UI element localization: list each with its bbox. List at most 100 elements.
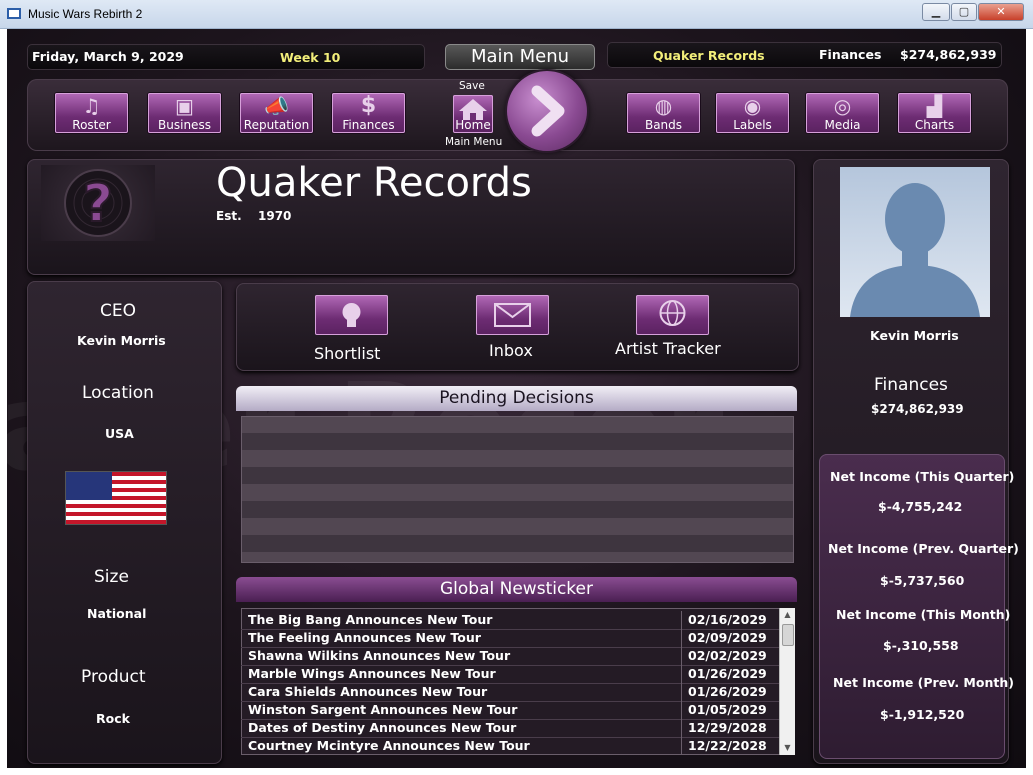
location-heading: Location xyxy=(82,383,154,403)
svg-text:?: ? xyxy=(83,174,113,234)
top-finances-value: $274,862,939 xyxy=(900,47,997,62)
news-headline: The Feeling Announces New Tour xyxy=(248,630,481,645)
flag-canton xyxy=(66,472,112,500)
news-date: 02/02/2029 xyxy=(688,648,767,663)
nav-finances-label: Finances xyxy=(342,118,395,132)
ceo-avatar xyxy=(840,167,990,317)
ceo-name: Kevin Morris xyxy=(77,333,166,348)
profile-name: Kevin Morris xyxy=(870,328,959,343)
established-year: 1970 xyxy=(258,209,292,223)
dollar-icon: $ xyxy=(360,93,377,118)
product-value: Rock xyxy=(96,711,130,726)
news-date: 12/29/2028 xyxy=(688,720,767,735)
column-divider xyxy=(681,719,682,737)
news-row[interactable]: Courtney Mcintyre Announces New Tour 12/… xyxy=(241,737,779,755)
news-row[interactable]: The Big Bang Announces New Tour 02/16/20… xyxy=(241,611,779,630)
current-date: Friday, March 9, 2029 xyxy=(32,49,184,64)
main-menu-caption: Main Menu xyxy=(445,136,503,148)
artist-tracker-label[interactable]: Artist Tracker xyxy=(615,339,721,358)
briefcase-icon: ▣ xyxy=(175,94,194,118)
newsticker-list[interactable]: The Big Bang Announces New Tour 02/16/20… xyxy=(241,608,795,755)
broadcast-icon: ◎ xyxy=(833,94,852,118)
column-divider xyxy=(681,683,682,701)
pending-decisions-list[interactable] xyxy=(241,416,794,563)
column-divider xyxy=(681,701,682,719)
newsticker-scrollbar[interactable]: ▲ ▼ xyxy=(779,608,795,755)
news-headline: Marble Wings Announces New Tour xyxy=(248,666,496,681)
drum-icon: ◍ xyxy=(654,94,673,118)
game-screen: aker Recor Friday, March 9, 2029 Week 10… xyxy=(7,29,1026,768)
column-divider xyxy=(681,737,682,755)
profile-finances-heading: Finances xyxy=(874,375,948,395)
nav-labels-label: Labels xyxy=(733,118,772,132)
income-month-value: $-,310,558 xyxy=(883,638,959,653)
usa-flag xyxy=(66,472,166,524)
minimize-button[interactable]: ▁ xyxy=(922,3,950,21)
shortlist-label[interactable]: Shortlist xyxy=(314,344,380,363)
news-date: 12/22/2028 xyxy=(688,738,767,753)
news-row[interactable]: The Feeling Announces New Tour 02/09/202… xyxy=(241,629,779,648)
nav-finances-button[interactable]: $ Finances xyxy=(332,93,405,133)
envelope-icon xyxy=(494,303,531,327)
established-label: Est. xyxy=(216,209,242,223)
person-silhouette-icon xyxy=(850,183,980,317)
nav-reputation-label: Reputation xyxy=(243,118,310,132)
nav-labels-button[interactable]: ◉ Labels xyxy=(716,93,789,133)
home-button[interactable]: Home xyxy=(453,95,493,133)
nav-charts-label: Charts xyxy=(914,118,955,132)
income-prev-month-label: Net Income (Prev. Month) xyxy=(833,675,1014,690)
news-row[interactable]: Dates of Destiny Announces New Tour 12/2… xyxy=(241,719,779,738)
maximize-button[interactable]: ▢ xyxy=(951,3,977,21)
column-divider xyxy=(681,611,682,629)
main-menu-button[interactable]: Main Menu xyxy=(445,44,595,70)
label-logo: ? xyxy=(41,165,155,241)
column-divider xyxy=(681,629,682,647)
news-date: 01/26/2029 xyxy=(688,666,767,681)
income-quarter-label: Net Income (This Quarter) xyxy=(830,469,1015,484)
news-row[interactable]: Cara Shields Announces New Tour 01/26/20… xyxy=(241,683,779,702)
artist-tracker-button[interactable] xyxy=(636,295,709,335)
vinyl-question-icon: ? xyxy=(64,169,132,237)
megaphone-icon: 📣 xyxy=(264,94,289,118)
news-headline: Dates of Destiny Announces New Tour xyxy=(248,720,517,735)
location-value: USA xyxy=(105,426,134,441)
advance-week-button[interactable] xyxy=(507,71,587,151)
nav-business-button[interactable]: ▣ Business xyxy=(148,93,221,133)
inbox-button[interactable] xyxy=(476,295,549,335)
shortlist-button[interactable] xyxy=(315,295,388,335)
news-headline: Shawna Wilkins Announces New Tour xyxy=(248,648,511,663)
current-week: Week 10 xyxy=(280,50,341,65)
scrollbar-thumb[interactable] xyxy=(782,624,794,646)
home-label: Home xyxy=(455,118,491,132)
top-label-name: Quaker Records xyxy=(653,48,765,63)
disc-icon: ◉ xyxy=(743,94,762,118)
news-row[interactable]: Marble Wings Announces New Tour 01/26/20… xyxy=(241,665,779,684)
top-finances-label: Finances xyxy=(819,47,882,62)
news-headline: Courtney Mcintyre Announces New Tour xyxy=(248,738,530,753)
nav-bands-button[interactable]: ◍ Bands xyxy=(627,93,700,133)
nav-reputation-button[interactable]: 📣 Reputation xyxy=(240,93,313,133)
nav-roster-label: Roster xyxy=(72,118,111,132)
nav-business-label: Business xyxy=(158,118,211,132)
label-title: Quaker Records xyxy=(216,160,532,206)
nav-media-button[interactable]: ◎ Media xyxy=(806,93,879,133)
column-divider xyxy=(681,665,682,683)
news-row[interactable]: Shawna Wilkins Announces New Tour 02/02/… xyxy=(241,647,779,666)
news-row[interactable]: Winston Sargent Announces New Tour 01/05… xyxy=(241,701,779,720)
inbox-label[interactable]: Inbox xyxy=(489,341,533,360)
date-bar: Friday, March 9, 2029 Week 10 xyxy=(27,44,425,70)
window-title: Music Wars Rebirth 2 xyxy=(28,7,143,21)
scroll-up-arrow-icon[interactable]: ▲ xyxy=(780,608,795,622)
nav-media-label: Media xyxy=(824,118,861,132)
size-heading: Size xyxy=(94,567,129,587)
close-button[interactable]: ✕ xyxy=(978,3,1024,21)
news-headline: Cara Shields Announces New Tour xyxy=(248,684,488,699)
nav-charts-button[interactable]: ▟ Charts xyxy=(898,93,971,133)
income-prev-quarter-label: Net Income (Prev. Quarter) xyxy=(828,541,1019,556)
nav-roster-button[interactable]: ♫ Roster xyxy=(55,93,128,133)
chevron-right-icon xyxy=(531,85,565,137)
scroll-down-arrow-icon[interactable]: ▼ xyxy=(780,741,795,755)
window-titlebar: Music Wars Rebirth 2 ▁ ▢ ✕ xyxy=(0,0,1033,29)
column-divider xyxy=(681,647,682,665)
income-month-label: Net Income (This Month) xyxy=(836,607,1011,622)
